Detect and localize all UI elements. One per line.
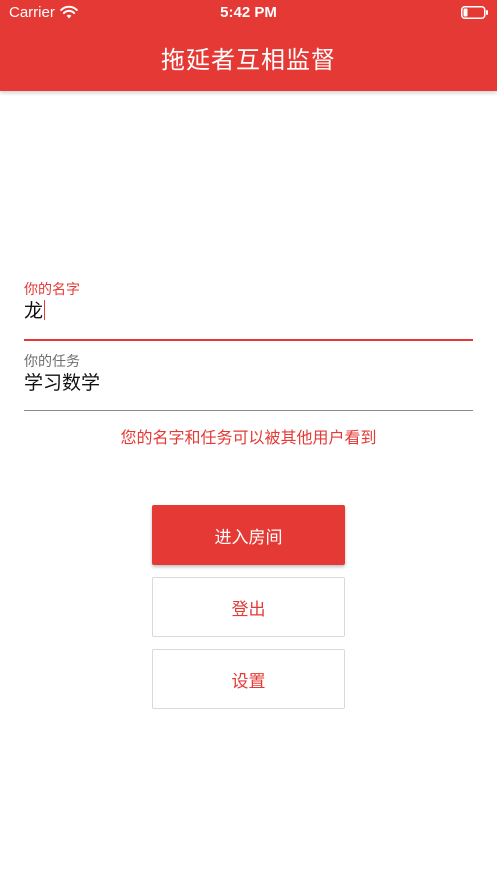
name-input-value: 龙 xyxy=(24,300,44,322)
task-field-label: 你的任务 xyxy=(24,354,80,370)
status-time: 5:42 PM xyxy=(220,4,277,21)
privacy-hint: 您的名字和任务可以被其他用户看到 xyxy=(120,428,377,447)
name-field-label: 你的名字 xyxy=(24,282,80,298)
enter-room-button[interactable]: 进入房间 xyxy=(152,505,345,565)
settings-button[interactable]: 设置 xyxy=(152,649,345,709)
task-input[interactable]: 学习数学 xyxy=(24,371,473,395)
task-field[interactable]: 你的任务 学习数学 xyxy=(24,354,473,411)
app-screen: Carrier 5:42 PM 拖延者互相监督 你的名字 龙 你的任务 学习数学… xyxy=(0,0,497,883)
battery-icon xyxy=(461,6,488,19)
app-header: Carrier 5:42 PM 拖延者互相监督 xyxy=(0,0,497,91)
name-field[interactable]: 你的名字 龙 xyxy=(24,282,473,341)
status-bar: Carrier 5:42 PM xyxy=(0,0,497,26)
text-cursor xyxy=(44,300,46,320)
logout-button[interactable]: 登出 xyxy=(152,577,345,637)
name-input[interactable]: 龙 xyxy=(24,299,473,323)
page-title: 拖延者互相监督 xyxy=(161,46,336,74)
